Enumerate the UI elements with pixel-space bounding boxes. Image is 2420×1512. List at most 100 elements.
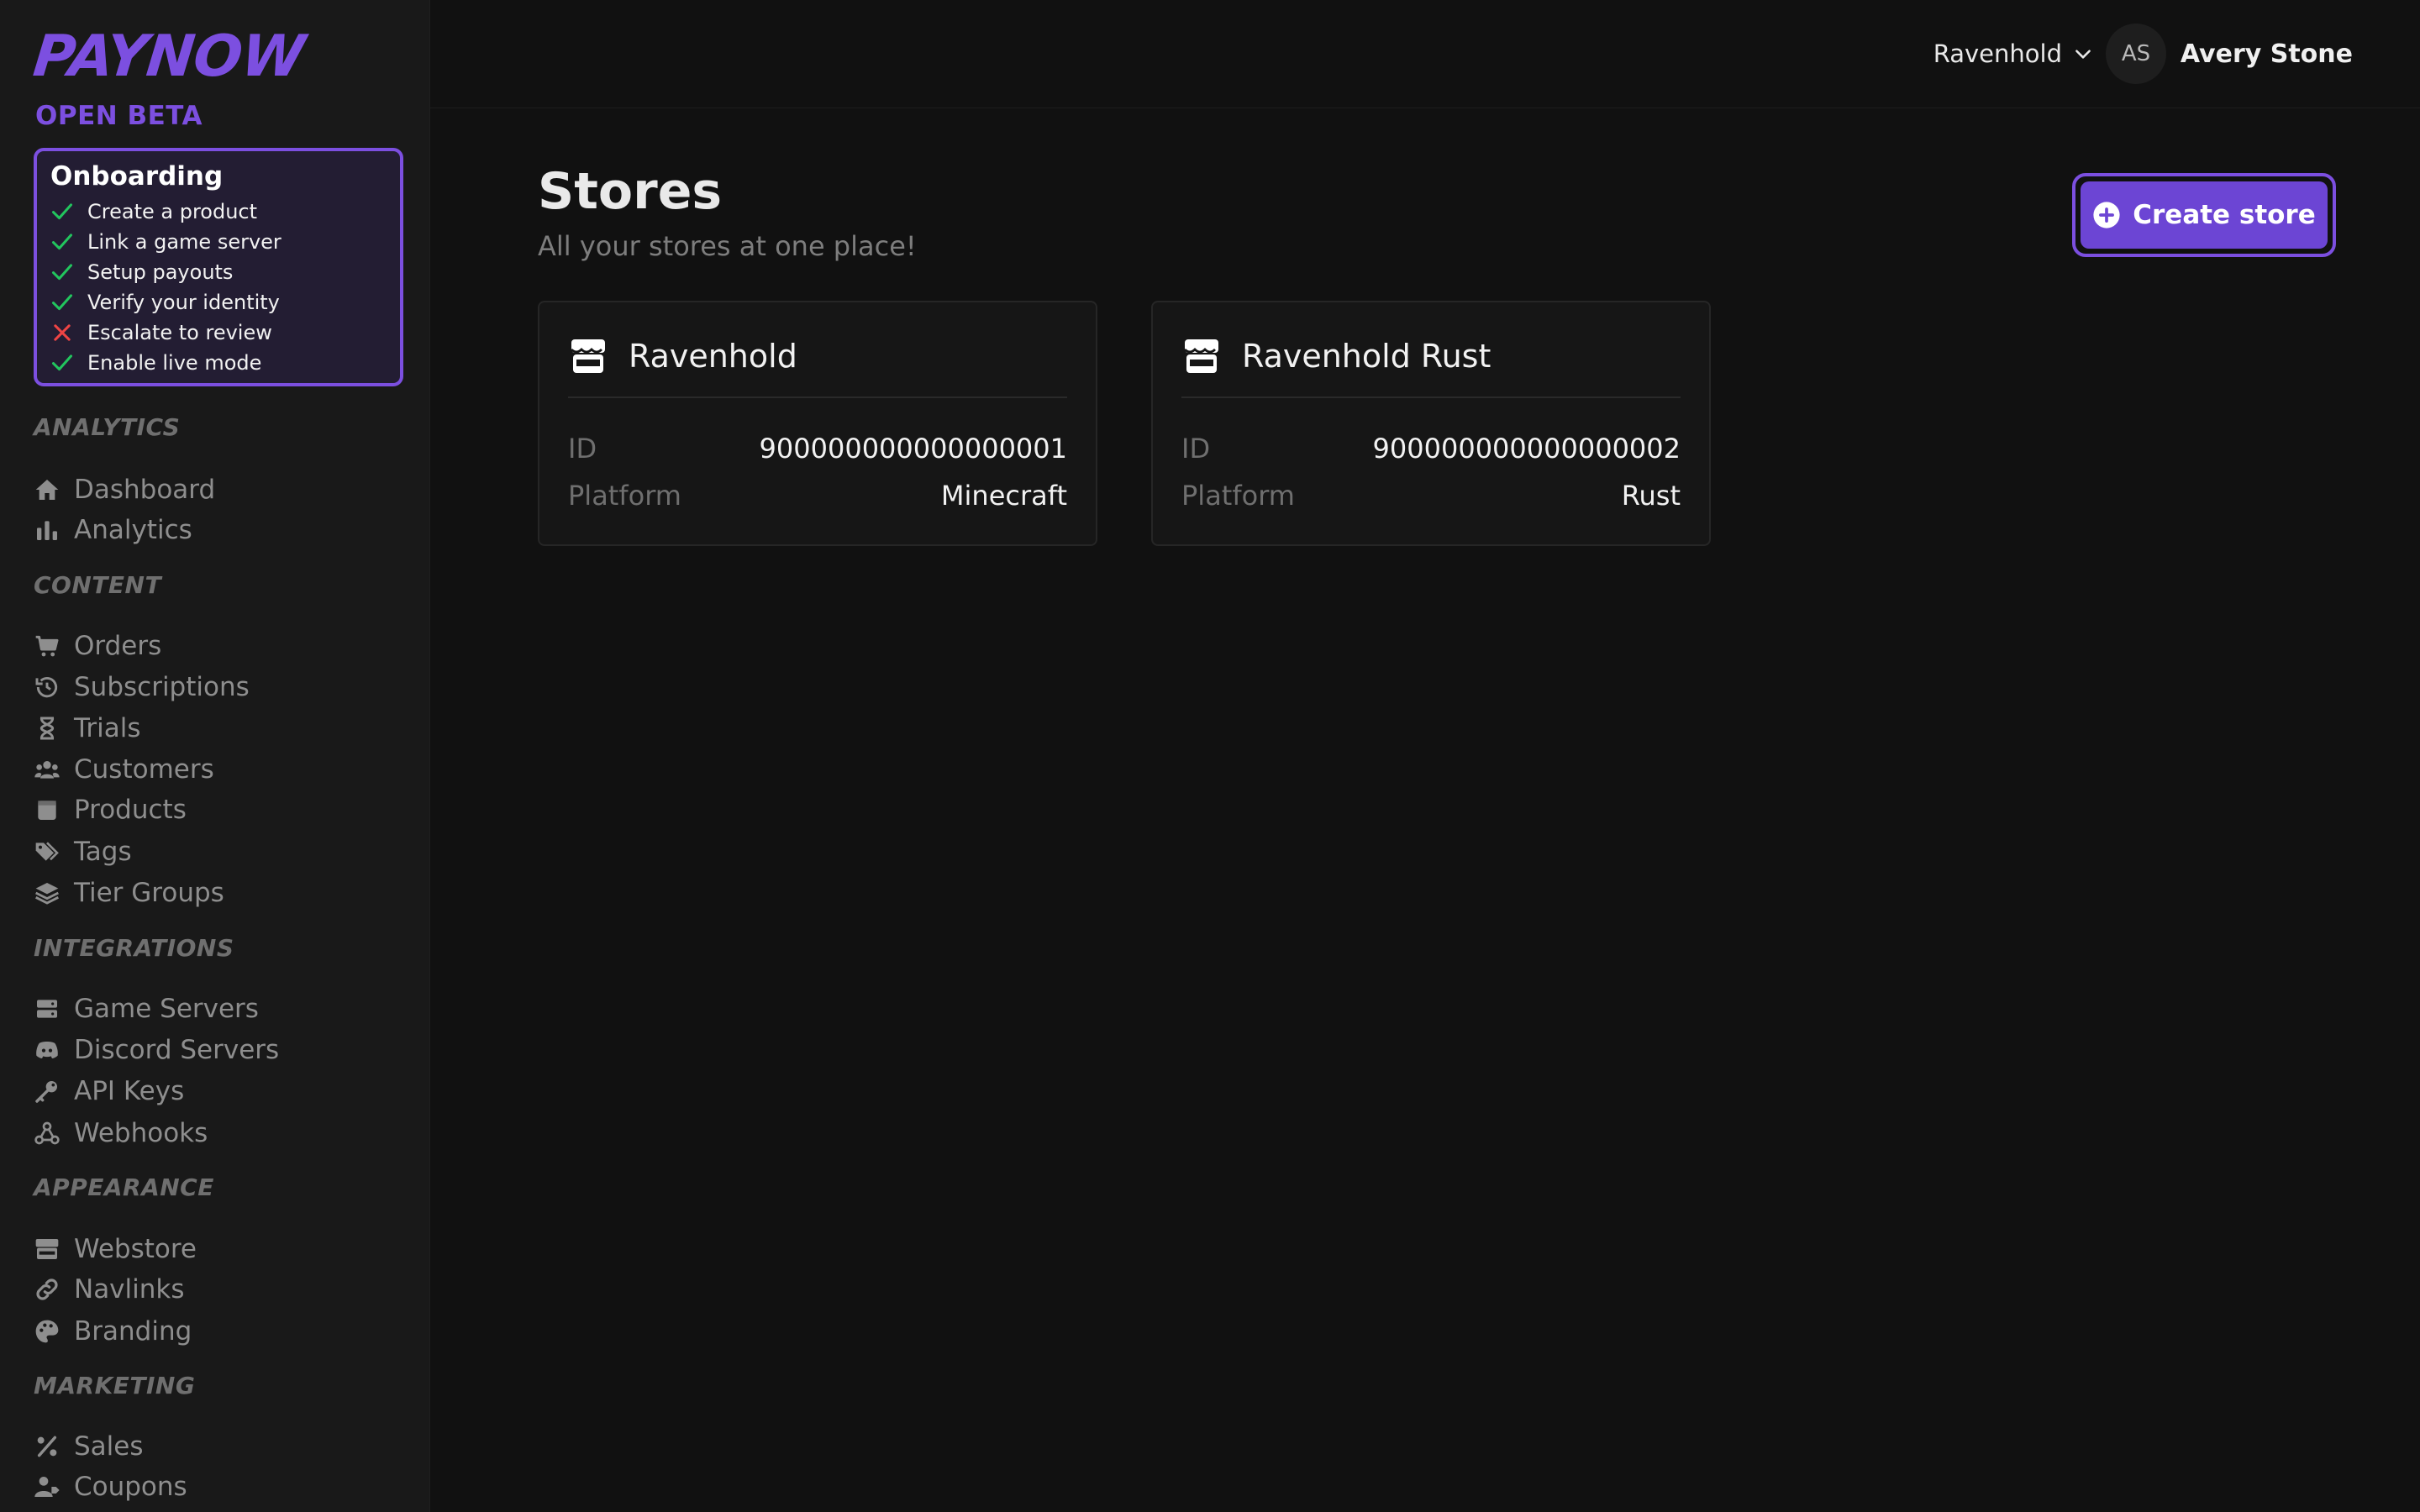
onboarding-item-label: Enable live mode	[87, 351, 262, 375]
percent-icon	[37, 1436, 57, 1457]
sidebar-item-label: Navlinks	[74, 1274, 185, 1305]
check-icon	[51, 234, 73, 250]
store-icon	[1184, 339, 1218, 373]
onboarding-item: Create a product	[50, 197, 387, 227]
sidebar-item-label: Webstore	[74, 1234, 197, 1264]
store-card[interactable]: Ravenhold ID 900000000000000001 Platform…	[538, 301, 1097, 546]
store-selector-label: Ravenhold	[1933, 39, 2062, 68]
logo-beta-tag: OPEN BETA	[35, 101, 203, 131]
sidebar-item-webstore[interactable]: Webstore	[34, 1232, 197, 1266]
sidebar-item-label: Webhooks	[74, 1118, 208, 1148]
cart-icon	[35, 635, 59, 657]
store-id-label: ID	[568, 433, 597, 465]
create-store-button[interactable]: Create store	[2072, 173, 2336, 257]
store-name: Ravenhold	[629, 338, 797, 375]
home-icon	[35, 480, 59, 500]
user-tag-icon	[34, 1477, 60, 1497]
check-icon	[51, 294, 73, 311]
users-icon	[34, 761, 60, 779]
sidebar-item-label: Tier Groups	[74, 878, 224, 908]
store-card[interactable]: Ravenhold Rust ID 900000000000000002 Pla…	[1151, 301, 1711, 546]
section-title-analytics: ANALYTICS	[34, 413, 181, 441]
tags-icon	[35, 842, 59, 861]
onboarding-item-label: Link a game server	[87, 230, 281, 254]
paynow-logo[interactable]: PAYNOW OPEN BETA	[30, 24, 319, 131]
onboarding-panel[interactable]: Onboarding Create a product Link a game …	[34, 148, 403, 386]
discord-icon	[36, 1042, 58, 1058]
palette-icon	[35, 1320, 59, 1343]
sidebar-item-label: Branding	[74, 1316, 192, 1347]
sidebar-item-sales[interactable]: Sales	[34, 1430, 144, 1463]
sidebar-item-label: Orders	[74, 631, 162, 661]
sidebar-item-api-keys[interactable]: API Keys	[34, 1074, 184, 1108]
history-icon	[35, 677, 58, 698]
onboarding-item: Enable live mode	[50, 348, 387, 378]
store-card-header: Ravenhold	[568, 333, 1067, 398]
sidebar-item-dashboard[interactable]: Dashboard	[34, 473, 215, 507]
sidebar-item-customers[interactable]: Customers	[34, 753, 214, 786]
store-icon	[35, 1239, 59, 1259]
server-icon	[37, 1000, 57, 1018]
check-icon	[51, 354, 73, 371]
top-bar: Ravenhold AS Avery Stone	[430, 0, 2420, 108]
sidebar-item-label: Discord Servers	[74, 1035, 280, 1065]
store-id-label: ID	[1181, 433, 1211, 465]
avatar[interactable]: AS	[2106, 24, 2166, 84]
store-platform-row: Platform Minecraft	[568, 475, 1067, 516]
store-platform-label: Platform	[1181, 480, 1295, 512]
sidebar-item-products[interactable]: Products	[34, 793, 187, 827]
sidebar-item-discord-servers[interactable]: Discord Servers	[34, 1033, 279, 1067]
store-id-value: 900000000000000002	[1372, 433, 1681, 465]
sidebar-item-tags[interactable]: Tags	[34, 835, 132, 869]
store-name: Ravenhold Rust	[1242, 338, 1491, 375]
onboarding-item-label: Setup payouts	[87, 260, 234, 284]
sidebar-item-branding[interactable]: Branding	[34, 1315, 192, 1348]
sidebar-item-webhooks[interactable]: Webhooks	[34, 1116, 208, 1150]
page-subtitle: All your stores at one place!	[538, 230, 917, 262]
store-platform-row: Platform Rust	[1181, 475, 1681, 516]
create-store-button-inner[interactable]: Create store	[2081, 181, 2328, 249]
hourglass-icon	[39, 717, 55, 740]
store-id-row: ID 900000000000000002	[1181, 428, 1681, 469]
sidebar-item-subscriptions[interactable]: Subscriptions	[34, 670, 250, 704]
user-name[interactable]: Avery Stone	[2181, 34, 2353, 74]
onboarding-item: Escalate to review	[50, 318, 387, 348]
sidebar-item-navlinks[interactable]: Navlinks	[34, 1273, 185, 1306]
sidebar-item-label: Sales	[74, 1431, 144, 1462]
check-icon	[51, 264, 73, 281]
store-id-value: 900000000000000001	[759, 433, 1067, 465]
webhook-icon	[34, 1121, 60, 1145]
create-store-label: Create store	[2133, 200, 2316, 230]
sidebar-item-label: Dashboard	[74, 475, 216, 505]
link-icon	[36, 1278, 58, 1300]
sidebar-item-label: Coupons	[74, 1472, 187, 1502]
sidebar-item-game-servers[interactable]: Game Servers	[34, 992, 259, 1026]
sidebar-item-analytics[interactable]: Analytics	[34, 513, 192, 547]
sidebar-item-label: Customers	[74, 754, 214, 785]
sidebar-item-label: Analytics	[74, 515, 192, 545]
page-title: Stores	[538, 162, 723, 221]
sidebar-item-trials[interactable]: Trials	[34, 711, 141, 745]
section-title-marketing: MARKETING	[34, 1372, 196, 1399]
sidebar-item-label: API Keys	[74, 1076, 185, 1106]
onboarding-item-label: Escalate to review	[87, 321, 272, 344]
logo-wordmark: PAYNOW	[29, 24, 308, 90]
bar-chart-icon	[37, 521, 57, 540]
sidebar-item-orders[interactable]: Orders	[34, 629, 161, 663]
section-title-integrations: INTEGRATIONS	[34, 934, 234, 962]
plus-circle-icon	[2093, 202, 2120, 228]
section-title-content: CONTENT	[34, 571, 162, 599]
store-icon	[571, 339, 605, 373]
sidebar-item-coupons[interactable]: Coupons	[34, 1470, 187, 1504]
section-title-appearance: APPEARANCE	[34, 1173, 214, 1201]
sidebar-item-label: Products	[74, 795, 187, 825]
x-icon	[54, 324, 71, 341]
store-platform-label: Platform	[568, 480, 681, 512]
store-selector[interactable]: Ravenhold	[1933, 34, 2094, 74]
onboarding-item: Setup payouts	[50, 257, 387, 287]
sidebar-item-tier-groups[interactable]: Tier Groups	[34, 876, 224, 910]
onboarding-title: Onboarding	[50, 161, 224, 192]
check-icon	[51, 203, 73, 220]
key-icon	[35, 1081, 57, 1103]
sidebar-item-label: Tags	[74, 837, 132, 867]
